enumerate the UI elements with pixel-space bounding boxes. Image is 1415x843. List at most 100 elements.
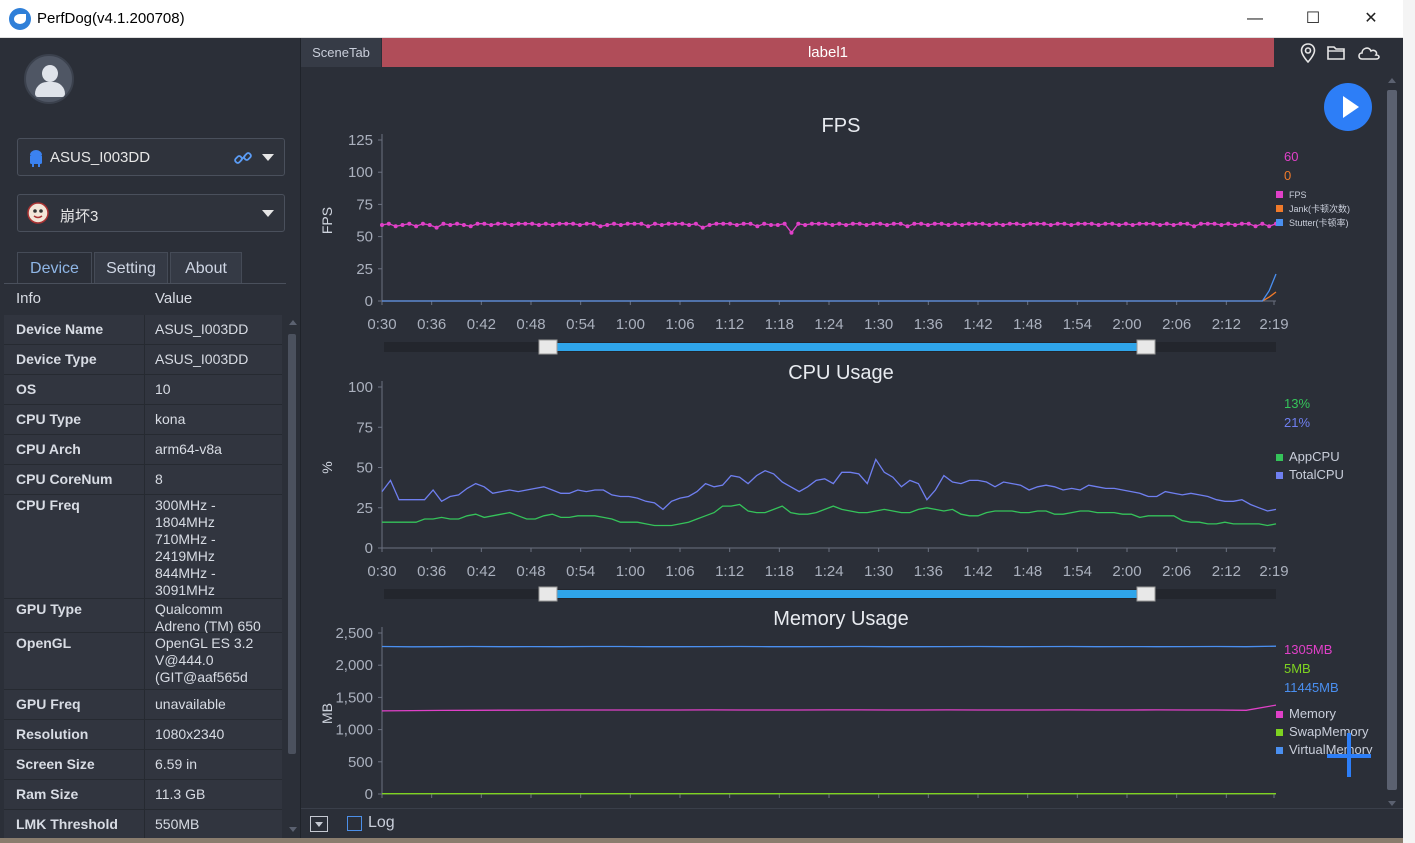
chart-title: CPU Usage bbox=[788, 362, 894, 384]
fps-data-point bbox=[523, 221, 528, 226]
fps-data-point bbox=[687, 223, 692, 228]
fps-data-point bbox=[857, 221, 862, 226]
info-key: OpenGL bbox=[16, 635, 72, 651]
expand-down-button[interactable] bbox=[310, 816, 328, 832]
info-value: OpenGL ES 3.2 V@444.0 (GIT@aaf565d bbox=[155, 635, 254, 685]
fps-data-point bbox=[434, 225, 439, 230]
legend-label: Memory bbox=[1289, 706, 1336, 721]
info-value: ASUS_I003DD bbox=[155, 321, 249, 337]
row-divider bbox=[144, 750, 145, 779]
info-row: Resolution 1080x2340 bbox=[4, 720, 282, 750]
fps-data-point bbox=[564, 221, 569, 226]
log-checkbox[interactable] bbox=[347, 816, 362, 831]
tab-device[interactable]: Device bbox=[17, 252, 92, 284]
play-button[interactable] bbox=[1324, 83, 1372, 131]
y-tick-label: 2,000 bbox=[335, 657, 373, 674]
fps-data-point bbox=[782, 221, 787, 226]
tab-about[interactable]: About bbox=[170, 252, 242, 284]
fps-data-point bbox=[728, 221, 733, 226]
background-desktop-edge bbox=[0, 838, 1403, 843]
y-tick-label: 1,500 bbox=[335, 689, 373, 706]
device-select[interactable]: ASUS_I003DD bbox=[17, 138, 285, 176]
fps-data-point bbox=[1035, 221, 1040, 226]
range-slider-right-handle[interactable] bbox=[1136, 339, 1156, 355]
legend-swatch bbox=[1276, 729, 1283, 736]
y-tick-label: 100 bbox=[348, 379, 373, 396]
sidebar-scrollbar[interactable] bbox=[286, 318, 298, 836]
scrollbar-thumb[interactable] bbox=[1387, 90, 1397, 790]
folder-icon[interactable] bbox=[1326, 43, 1346, 63]
fps-data-point bbox=[1171, 223, 1176, 228]
fps-data-point bbox=[1007, 221, 1012, 226]
app-select[interactable]: 崩坏3 bbox=[17, 194, 285, 232]
fps-data-point bbox=[830, 223, 835, 228]
fps-data-point bbox=[1055, 221, 1060, 226]
perfdog-window: PerfDog(v4.1.200708) — ☐ ✕ ASUS_I003DD 崩… bbox=[0, 0, 1404, 843]
legend-swatch bbox=[1276, 747, 1283, 754]
current-value-label: 21% bbox=[1284, 415, 1310, 430]
x-tick-label: 0:42 bbox=[467, 316, 496, 333]
fps-data-point bbox=[1226, 221, 1231, 226]
label-bar[interactable]: label1 bbox=[382, 38, 1274, 67]
info-key: OS bbox=[16, 381, 37, 397]
range-slider-left-handle[interactable] bbox=[538, 586, 558, 602]
legend-swatch bbox=[1276, 205, 1283, 212]
range-slider-left-handle[interactable] bbox=[538, 339, 558, 355]
tab-setting[interactable]: Setting bbox=[94, 252, 168, 284]
minimize-button[interactable]: — bbox=[1226, 0, 1284, 38]
fps-data-point bbox=[441, 221, 446, 226]
x-tick-label: 0:42 bbox=[467, 563, 496, 580]
fps-data-point bbox=[850, 221, 855, 226]
info-row: Screen Size 6.59 in bbox=[4, 750, 282, 780]
scroll-down-arrow-icon[interactable] bbox=[289, 827, 297, 832]
fps-data-point bbox=[885, 223, 890, 228]
y-tick-label: 75 bbox=[356, 419, 373, 436]
range-slider-selection bbox=[549, 590, 1147, 598]
info-key: CPU Arch bbox=[16, 441, 81, 457]
current-value-label: 11445MB bbox=[1284, 680, 1339, 695]
fps-data-point bbox=[605, 223, 610, 228]
info-key: CPU CoreNum bbox=[16, 471, 113, 487]
close-button[interactable]: ✕ bbox=[1342, 0, 1400, 38]
fps-data-point bbox=[1246, 221, 1251, 226]
scroll-up-arrow-icon[interactable] bbox=[1388, 78, 1396, 83]
scroll-down-arrow-icon[interactable] bbox=[1388, 801, 1396, 806]
fps-data-point bbox=[407, 221, 412, 226]
fps-data-point bbox=[584, 221, 589, 226]
cloud-icon[interactable] bbox=[1356, 43, 1382, 63]
location-icon[interactable] bbox=[1298, 43, 1318, 63]
y-tick-label: 50 bbox=[356, 229, 373, 246]
range-slider-right-handle[interactable] bbox=[1136, 586, 1156, 602]
charts-area: FPS FPS 0 25 50 75 100 125 0:30 0:36 0:42 0:48 0:54 1… bbox=[319, 115, 1373, 803]
main-scrollbar[interactable] bbox=[1384, 78, 1400, 806]
y-axis-label: FPS bbox=[319, 207, 335, 234]
fps-data-point bbox=[666, 221, 671, 226]
fps-data-point bbox=[1001, 223, 1006, 228]
y-tick-label: 125 bbox=[348, 132, 373, 149]
row-divider bbox=[144, 405, 145, 434]
fps-data-point bbox=[400, 223, 405, 228]
avatar[interactable] bbox=[24, 54, 74, 104]
info-value: unavailable bbox=[155, 696, 226, 712]
scene-tab[interactable]: SceneTab bbox=[301, 38, 381, 67]
fps-data-point bbox=[878, 221, 883, 226]
scrollbar-thumb[interactable] bbox=[288, 334, 296, 754]
info-row: Device Type ASUS_I003DD bbox=[4, 345, 282, 375]
fps-data-point bbox=[482, 221, 487, 226]
fps-data-point bbox=[571, 221, 576, 226]
maximize-button[interactable]: ☐ bbox=[1284, 0, 1342, 38]
info-row: CPU CoreNum 8 bbox=[4, 465, 282, 495]
info-row: OpenGL OpenGL ES 3.2 V@444.0 (GIT@aaf565d bbox=[4, 633, 282, 690]
x-tick-label: 1:18 bbox=[765, 316, 794, 333]
link-icon[interactable] bbox=[234, 149, 252, 167]
fps-data-point bbox=[591, 221, 596, 226]
fps-data-point bbox=[1110, 221, 1115, 226]
fps-data-point bbox=[1253, 224, 1258, 229]
add-chart-button[interactable] bbox=[1327, 733, 1373, 779]
fps-data-point bbox=[925, 223, 930, 228]
fps-data-point bbox=[809, 221, 814, 226]
fps-data-point bbox=[550, 223, 555, 228]
fps-data-point bbox=[612, 221, 617, 226]
info-column-header: Info bbox=[16, 290, 42, 307]
scroll-up-arrow-icon[interactable] bbox=[289, 320, 297, 325]
